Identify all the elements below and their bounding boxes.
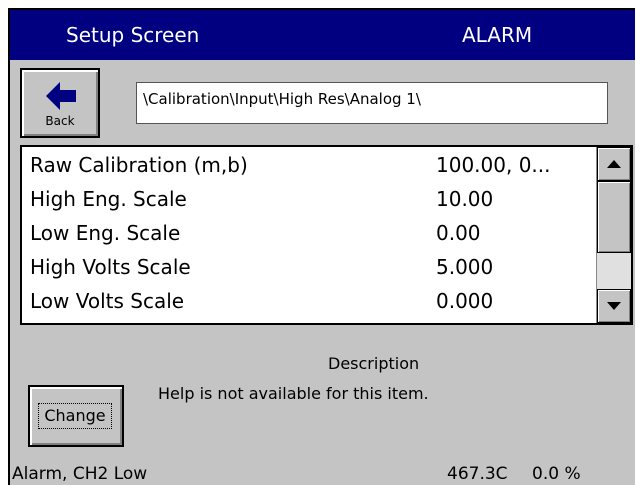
setup-screen-window: Setup Screen ALARM Back \Calibration\Inp… [8, 8, 635, 485]
item-name: Low Eng. Scale [30, 221, 181, 245]
description-title: Description [328, 354, 420, 373]
alarm-indicator: ALARM [462, 23, 533, 47]
item-value: 0.00 [436, 221, 481, 245]
temperature-readout: 467.3C [447, 464, 508, 484]
back-button-label: Back [45, 114, 75, 128]
up-arrow-icon [607, 160, 621, 168]
scrollbar-thumb[interactable] [597, 181, 631, 253]
vertical-scrollbar[interactable] [596, 147, 631, 323]
item-value: 5.000 [436, 255, 494, 279]
item-name: High Volts Scale [30, 255, 191, 279]
item-name: Low Volts Scale [30, 289, 185, 313]
item-name: High Eng. Scale [30, 187, 187, 211]
description-text: Help is not available for this item. [158, 384, 429, 403]
item-name: Raw Calibration (m,b) [30, 153, 248, 177]
item-value: 100.00, 0... [436, 153, 551, 177]
percent-readout: 0.0 % [532, 464, 581, 484]
settings-list[interactable]: Raw Calibration (m,b) 100.00, 0... High … [20, 145, 633, 325]
screen-title: Setup Screen [66, 23, 200, 47]
change-button-label: Change [38, 403, 112, 429]
item-value: 10.00 [436, 187, 494, 211]
item-value: 0.000 [436, 289, 494, 313]
path-field: \Calibration\Input\High Res\Analog 1\ [136, 82, 608, 124]
alarm-status: Alarm, CH2 Low [12, 464, 148, 484]
back-arrow-icon [46, 82, 76, 110]
change-button[interactable]: Change [28, 385, 124, 447]
scroll-up-button[interactable] [597, 147, 631, 181]
title-bar: Setup Screen ALARM [10, 10, 635, 60]
back-button[interactable]: Back [20, 68, 100, 138]
scroll-down-button[interactable] [597, 289, 631, 323]
down-arrow-icon [607, 302, 621, 310]
